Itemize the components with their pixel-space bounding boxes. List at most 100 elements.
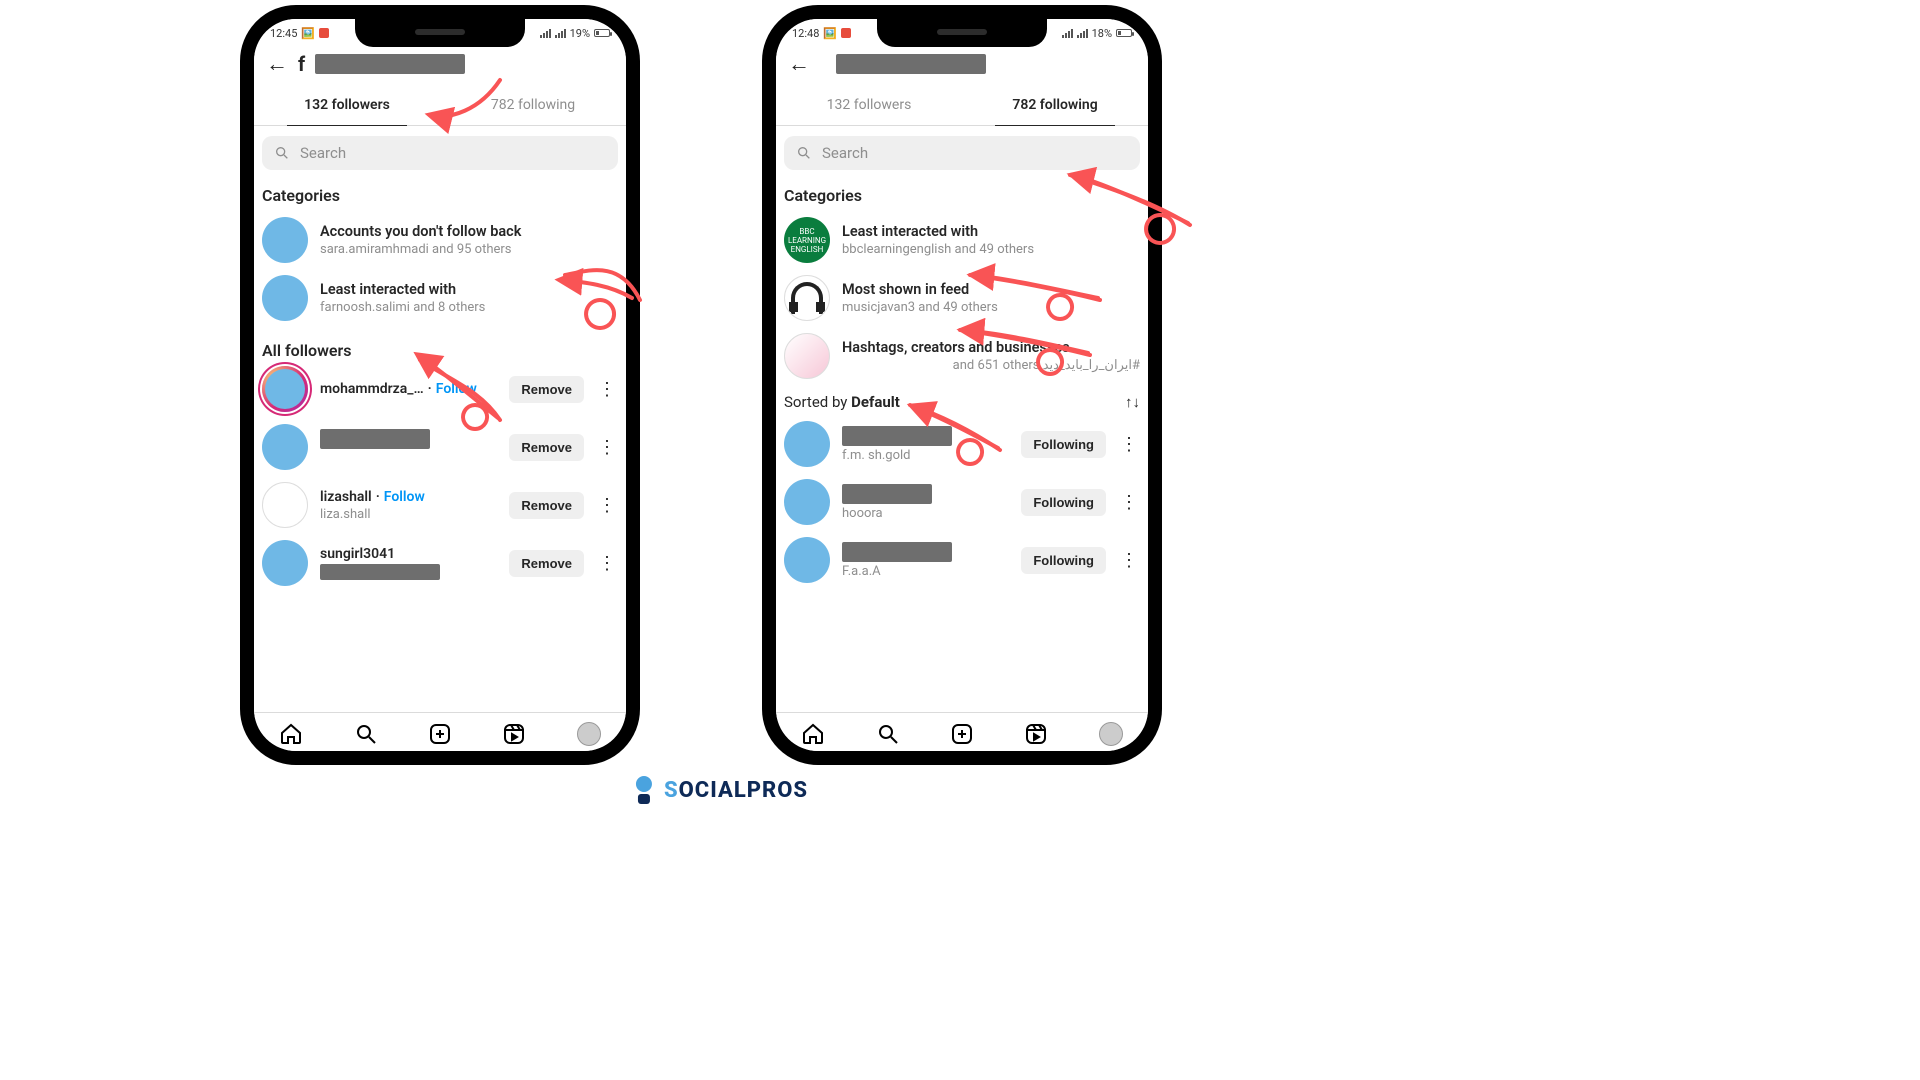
sort-icon[interactable]: ↑↓: [1125, 393, 1140, 411]
username-redacted: f: [298, 52, 305, 76]
sort-row[interactable]: Sorted by Default ↑↓: [784, 393, 1140, 411]
profile-nav-icon[interactable]: [576, 721, 602, 747]
signal-icon: [1062, 28, 1073, 38]
signal-icon-2: [555, 28, 566, 38]
signal-icon: [540, 28, 551, 38]
tab-following[interactable]: 782 following: [962, 87, 1148, 125]
kebab-icon[interactable]: ⋮: [1118, 434, 1140, 455]
search-icon: [274, 145, 290, 161]
category-row[interactable]: Least interacted with farnoosh.salimi an…: [262, 269, 618, 327]
kebab-icon[interactable]: ⋮: [596, 553, 618, 574]
category-row[interactable]: Hashtags, creators and businesses #ایران…: [784, 327, 1140, 385]
person-subtitle: F.a.a.A: [842, 564, 1009, 579]
person-row[interactable]: hooora Following ⋮: [784, 473, 1140, 531]
separator-dot: ·: [376, 489, 380, 505]
category-row[interactable]: BBCLEARNINGENGLISH Least interacted with…: [784, 211, 1140, 269]
signal-icon-2: [1077, 28, 1088, 38]
battery-icon: [594, 29, 610, 37]
person-username: sungirl3041: [320, 546, 395, 562]
tab-followers[interactable]: 132 followers: [776, 87, 962, 125]
avatar[interactable]: [262, 540, 308, 586]
kebab-icon[interactable]: ⋮: [1118, 492, 1140, 513]
category-avatar: [784, 275, 830, 321]
following-button[interactable]: Following: [1021, 431, 1106, 458]
avatar[interactable]: [784, 421, 830, 467]
notification-icon: [319, 28, 329, 38]
separator-dot: ·: [428, 381, 432, 397]
search-placeholder: Search: [822, 144, 868, 162]
category-row[interactable]: Accounts you don't follow back sara.amir…: [262, 211, 618, 269]
sorted-by-value: Default: [851, 393, 900, 411]
back-icon[interactable]: ←: [266, 51, 288, 77]
person-subtitle: [320, 451, 497, 466]
home-icon[interactable]: [278, 721, 304, 747]
tab-followers[interactable]: 132 followers: [254, 87, 440, 125]
username-redacted-bar: [842, 542, 952, 562]
battery-percent: 18%: [1092, 27, 1112, 40]
photo-icon: 🖼️: [301, 27, 315, 40]
phone-right: 12:48 🖼️ 18% ← 132 followers 782 followi…: [762, 5, 1162, 765]
back-icon[interactable]: ←: [788, 51, 810, 77]
battery-icon: [1116, 29, 1132, 37]
following-button[interactable]: Following: [1021, 547, 1106, 574]
person-row[interactable]: lizashall · Follow liza.shall Remove ⋮: [262, 476, 618, 534]
phone-left: 12:45 🖼️ 19% ← f 132 followers 782 fo: [240, 5, 640, 765]
search-icon: [796, 145, 812, 161]
subtitle-redacted-bar: [320, 564, 440, 580]
categories-heading: Categories: [784, 186, 1140, 205]
profile-nav-icon[interactable]: [1098, 721, 1124, 747]
avatar[interactable]: [784, 479, 830, 525]
reels-icon[interactable]: [501, 721, 527, 747]
avatar[interactable]: [262, 366, 308, 412]
avatar[interactable]: [262, 424, 308, 470]
person-subtitle: f.m. sh.gold: [842, 448, 1009, 463]
tab-following[interactable]: 782 following: [440, 87, 626, 125]
category-avatar: BBCLEARNINGENGLISH: [784, 217, 830, 263]
search-input[interactable]: Search: [784, 136, 1140, 170]
search-nav-icon[interactable]: [875, 721, 901, 747]
all-followers-heading: All followers: [262, 341, 618, 360]
remove-button[interactable]: Remove: [509, 376, 584, 403]
avatar[interactable]: [262, 482, 308, 528]
reels-icon[interactable]: [1023, 721, 1049, 747]
remove-button[interactable]: Remove: [509, 434, 584, 461]
person-row[interactable]: sungirl3041 Remove ⋮: [262, 534, 618, 592]
notch: [355, 17, 525, 47]
person-row[interactable]: mohammdrza_… · Follow Remove ⋮: [262, 360, 618, 418]
person-row[interactable]: F.a.a.A Following ⋮: [784, 531, 1140, 589]
person-subtitle: hooora: [842, 506, 1009, 521]
category-title: Accounts you don't follow back: [320, 223, 618, 240]
category-avatar: [784, 333, 830, 379]
annotation-arrows: [0, 0, 1440, 810]
follow-link[interactable]: Follow: [436, 381, 477, 397]
username-redacted-bar: [842, 484, 932, 504]
segmented-tabs: 132 followers 782 following: [776, 87, 1148, 126]
following-button[interactable]: Following: [1021, 489, 1106, 516]
category-subtitle: #ایران_را_باید_دید and 651 others: [842, 358, 1140, 373]
avatar[interactable]: [784, 537, 830, 583]
kebab-icon[interactable]: ⋮: [596, 379, 618, 400]
bottom-nav: [254, 712, 626, 751]
person-row[interactable]: f.m. sh.gold Following ⋮: [784, 415, 1140, 473]
kebab-icon[interactable]: ⋮: [596, 437, 618, 458]
follow-link[interactable]: Follow: [384, 489, 425, 505]
search-nav-icon[interactable]: [353, 721, 379, 747]
status-time: 12:48: [792, 27, 819, 40]
new-post-icon[interactable]: [949, 721, 975, 747]
category-subtitle: bbclearningenglish and 49 others: [842, 242, 1140, 257]
battery-percent: 19%: [570, 27, 590, 40]
person-row[interactable]: Remove ⋮: [262, 418, 618, 476]
category-title: Least interacted with: [842, 223, 1140, 240]
kebab-icon[interactable]: ⋮: [1118, 550, 1140, 571]
new-post-icon[interactable]: [427, 721, 453, 747]
sorted-by-label: Sorted by: [784, 393, 851, 411]
photo-icon: 🖼️: [823, 27, 837, 40]
search-input[interactable]: Search: [262, 136, 618, 170]
remove-button[interactable]: Remove: [509, 492, 584, 519]
notch: [877, 17, 1047, 47]
screen-left: 12:45 🖼️ 19% ← f 132 followers 782 fo: [254, 19, 626, 751]
home-icon[interactable]: [800, 721, 826, 747]
category-row[interactable]: Most shown in feed musicjavan3 and 49 ot…: [784, 269, 1140, 327]
remove-button[interactable]: Remove: [509, 550, 584, 577]
kebab-icon[interactable]: ⋮: [596, 495, 618, 516]
